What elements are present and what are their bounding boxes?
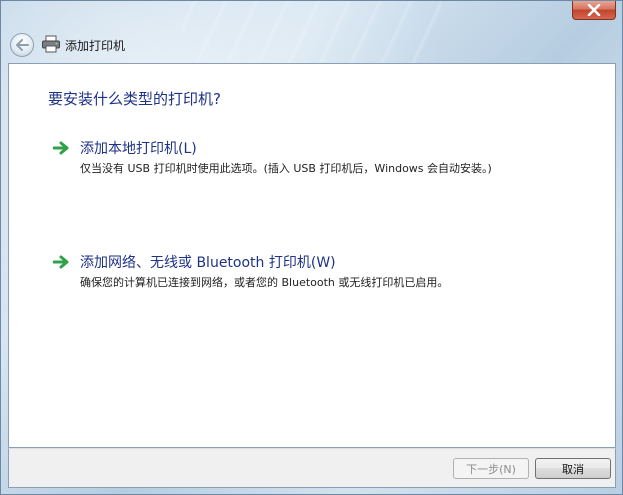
green-arrow-icon: [53, 255, 69, 269]
option-description: 仅当没有 USB 打印机时使用此选项。(插入 USB 打印机后，Windows …: [80, 162, 492, 175]
option-title[interactable]: 添加本地打印机(L): [80, 138, 197, 158]
option-description: 确保您的计算机已连接到网络，或者您的 Bluetooth 或无线打印机已启用。: [80, 276, 449, 289]
content-panel: 要安装什么类型的打印机? 添加本地打印机(L) 仅当没有 USB 打印机时使用此…: [8, 63, 616, 448]
green-arrow-icon: [53, 141, 69, 155]
cancel-button[interactable]: 取消: [535, 458, 611, 479]
back-arrow-icon: [16, 39, 29, 51]
close-icon: [587, 4, 601, 16]
next-button[interactable]: 下一步(N): [453, 458, 529, 479]
window-title: 添加打印机: [65, 39, 126, 53]
option-title[interactable]: 添加网络、无线或 Bluetooth 打印机(W): [80, 252, 336, 272]
printer-icon: [42, 35, 60, 53]
close-button[interactable]: [572, 1, 616, 20]
footer-bar: 下一步(N) 取消: [8, 448, 616, 488]
dialog-window: 添加打印机 要安装什么类型的打印机? 添加本地打印机(L) 仅当没有 USB 打…: [0, 0, 623, 495]
back-button[interactable]: [10, 33, 34, 57]
glass-background: [181, 1, 441, 63]
page-title: 要安装什么类型的打印机?: [48, 90, 221, 108]
